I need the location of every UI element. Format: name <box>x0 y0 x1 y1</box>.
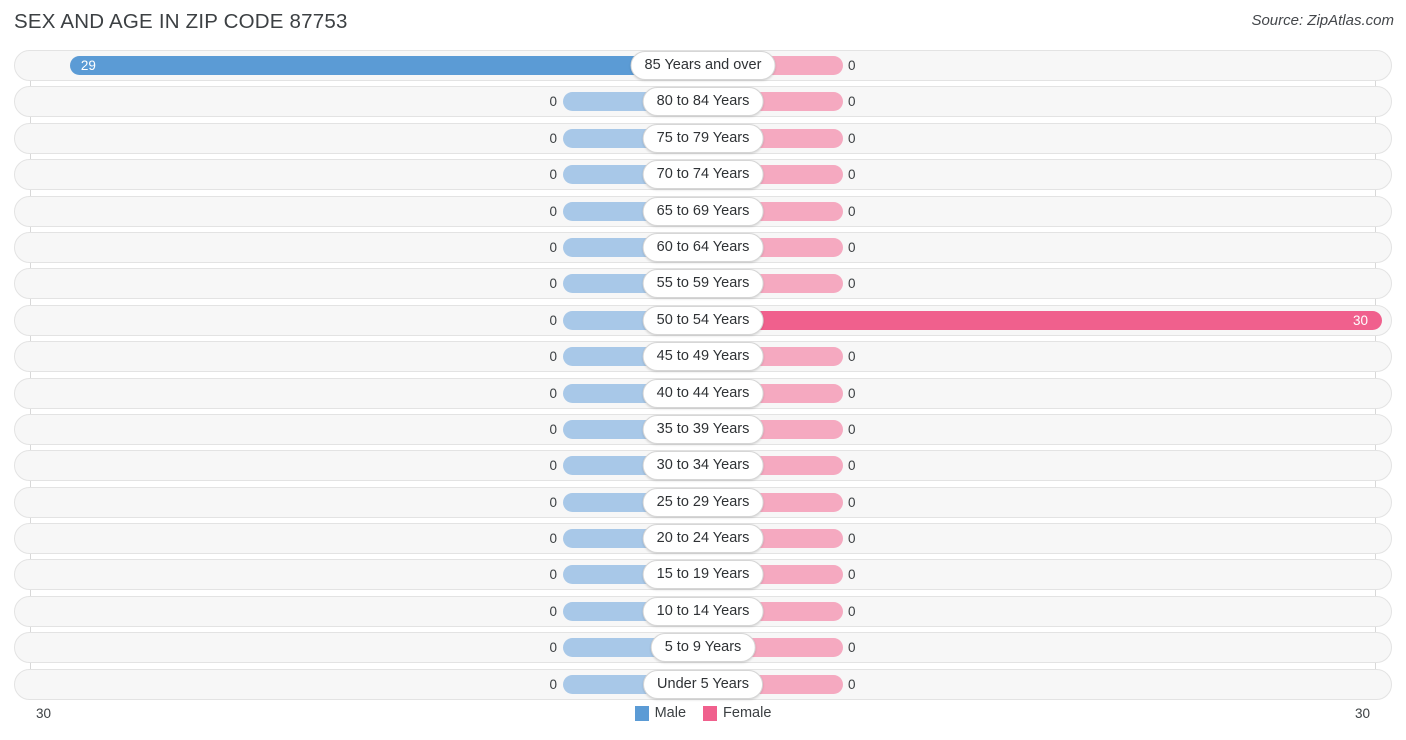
female-value-label: 0 <box>848 349 856 365</box>
male-value-label: 0 <box>549 239 557 255</box>
male-value-label: 0 <box>549 203 557 219</box>
female-value-label: 0 <box>848 531 856 547</box>
age-group-row: 0 0 60 to 64 Years <box>0 231 1406 263</box>
age-group-row: 29 0 85 Years and over <box>0 50 1406 81</box>
legend-label-female: Female <box>723 705 772 721</box>
age-group-label: 60 to 64 Years <box>642 232 764 262</box>
age-group-label: 45 to 49 Years <box>642 342 764 372</box>
male-value-label: 0 <box>549 349 557 365</box>
age-group-label: 75 to 79 Years <box>642 123 764 153</box>
age-group-label: 55 to 59 Years <box>642 269 764 299</box>
male-value-label: 0 <box>549 567 557 583</box>
female-value-label: 0 <box>848 385 856 401</box>
age-group-label: 40 to 44 Years <box>642 378 764 408</box>
chart-footer: 30 Male Female 30 <box>0 700 1406 740</box>
male-value-label: 0 <box>549 603 557 619</box>
legend-item-female[interactable]: Female <box>703 705 771 721</box>
female-value-label: 0 <box>848 494 856 510</box>
age-group-label: Under 5 Years <box>643 669 763 699</box>
male-value-label: 0 <box>549 676 557 692</box>
age-group-row: 0 0 80 to 84 Years <box>0 86 1406 118</box>
age-group-label: 70 to 74 Years <box>642 160 764 190</box>
chart-header: SEX AND AGE IN ZIP CODE 87753 Source: Zi… <box>0 0 1406 46</box>
age-group-row: 0 0 15 to 19 Years <box>0 559 1406 591</box>
male-value-label: 0 <box>549 312 557 328</box>
age-group-label: 5 to 9 Years <box>650 633 756 663</box>
age-group-row: 0 0 30 to 34 Years <box>0 450 1406 482</box>
age-group-label: 30 to 34 Years <box>642 451 764 481</box>
female-value-label: 0 <box>848 130 856 146</box>
axis-label-right: 30 <box>1354 706 1370 721</box>
male-value-label: 0 <box>549 385 557 401</box>
age-group-label: 35 to 39 Years <box>642 414 764 444</box>
age-group-label: 25 to 29 Years <box>642 487 764 517</box>
female-value-label: 0 <box>848 58 856 73</box>
age-group-row: 0 30 50 to 54 Years <box>0 304 1406 336</box>
male-value-label: 29 <box>80 58 96 73</box>
age-group-row: 0 0 45 to 49 Years <box>0 341 1406 373</box>
male-value-label: 0 <box>549 94 557 110</box>
male-color-swatch-icon <box>634 705 649 721</box>
sex-and-age-chart: SEX AND AGE IN ZIP CODE 87753 Source: Zi… <box>0 0 1406 740</box>
bar-rows: 29 0 85 Years and over 0 0 80 to 84 Years 0 0 75… <box>0 50 1406 705</box>
male-value-label: 0 <box>549 458 557 474</box>
age-group-label: 65 to 69 Years <box>642 196 764 226</box>
age-group-row: 0 0 35 to 39 Years <box>0 413 1406 445</box>
female-value-label: 0 <box>848 676 856 692</box>
female-value-label: 0 <box>848 203 856 219</box>
age-group-row: 0 0 5 to 9 Years <box>0 632 1406 664</box>
female-value-label: 0 <box>848 276 856 292</box>
age-group-label: 20 to 24 Years <box>642 524 764 554</box>
age-group-row: 0 0 Under 5 Years <box>0 668 1406 700</box>
male-value-label: 0 <box>549 494 557 510</box>
female-value-label: 0 <box>848 167 856 183</box>
female-value-label: 0 <box>848 603 856 619</box>
female-value-label: 0 <box>848 239 856 255</box>
male-bar[interactable] <box>69 56 703 75</box>
age-group-row: 0 0 40 to 44 Years <box>0 377 1406 409</box>
age-group-label: 50 to 54 Years <box>642 305 764 335</box>
age-group-row: 0 0 70 to 74 Years <box>0 159 1406 191</box>
female-bar[interactable] <box>703 310 1382 330</box>
age-group-row: 0 0 65 to 69 Years <box>0 195 1406 227</box>
plot-area: 29 0 85 Years and over 0 0 80 to 84 Years 0 0 75… <box>0 50 1406 700</box>
age-group-label: 80 to 84 Years <box>642 87 764 117</box>
male-value-label: 0 <box>549 167 557 183</box>
female-value-label: 0 <box>848 421 856 437</box>
source-attribution: Source: ZipAtlas.com <box>1251 12 1394 29</box>
female-value-label: 0 <box>848 640 856 656</box>
chart-legend: Male Female <box>0 705 1406 721</box>
page-title: SEX AND AGE IN ZIP CODE 87753 <box>14 10 348 33</box>
legend-item-male[interactable]: Male <box>634 705 687 721</box>
age-group-row: 0 0 10 to 14 Years <box>0 595 1406 627</box>
legend-label-male: Male <box>654 705 687 721</box>
male-value-label: 0 <box>549 531 557 547</box>
female-value-label: 0 <box>848 567 856 583</box>
male-value-label: 0 <box>549 421 557 437</box>
female-value-label: 0 <box>848 458 856 474</box>
age-group-label: 10 to 14 Years <box>642 596 764 626</box>
male-value-label: 0 <box>549 640 557 656</box>
age-group-row: 0 0 75 to 79 Years <box>0 122 1406 154</box>
age-group-row: 0 0 20 to 24 Years <box>0 523 1406 555</box>
female-color-swatch-icon <box>703 705 718 721</box>
male-value-label: 0 <box>549 130 557 146</box>
female-value-label: 30 <box>1352 312 1368 328</box>
age-group-label: 85 Years and over <box>630 51 776 80</box>
male-value-label: 0 <box>549 276 557 292</box>
age-group-label: 15 to 19 Years <box>642 560 764 590</box>
age-group-row: 0 0 55 to 59 Years <box>0 268 1406 300</box>
female-value-label: 0 <box>848 94 856 110</box>
age-group-row: 0 0 25 to 29 Years <box>0 486 1406 518</box>
